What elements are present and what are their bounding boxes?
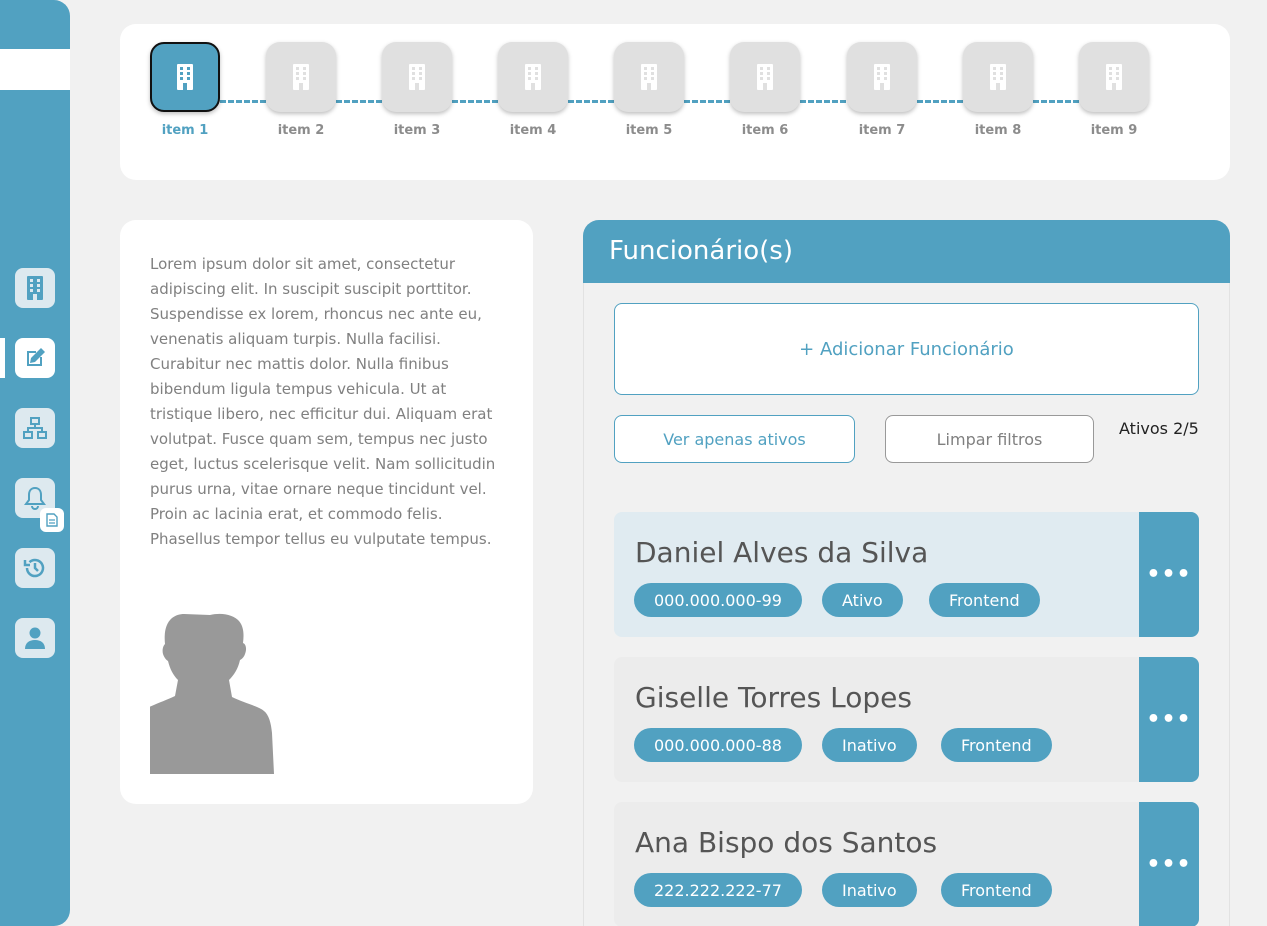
- employee-cpf-tag: 000.000.000-88: [634, 728, 802, 762]
- sidebar-item-profile[interactable]: [15, 618, 55, 658]
- employee-status-tag: Inativo: [822, 728, 917, 762]
- notification-badge: [40, 508, 64, 532]
- step-6[interactable]: item 6: [730, 42, 800, 138]
- active-count: Ativos 2/5: [1119, 419, 1199, 438]
- employee-more-button[interactable]: •••: [1139, 512, 1199, 637]
- step-connector: [452, 100, 498, 103]
- employee-area-tag: Frontend: [941, 728, 1052, 762]
- building-icon: [525, 64, 541, 90]
- clear-filters-button[interactable]: Limpar filtros: [885, 415, 1094, 463]
- step-label: item 6: [741, 123, 789, 138]
- step-label: item 2: [277, 123, 325, 138]
- step-4[interactable]: item 4: [498, 42, 568, 138]
- step-label: item 4: [509, 123, 557, 138]
- building-icon: [409, 64, 425, 90]
- sidebar-active-indicator: [0, 338, 5, 378]
- step-label: item 3: [393, 123, 441, 138]
- step-label: item 5: [625, 123, 673, 138]
- employee-name: Giselle Torres Lopes: [635, 681, 912, 714]
- step-connector: [220, 100, 266, 103]
- step-5[interactable]: item 5: [614, 42, 684, 138]
- step-3[interactable]: item 3: [382, 42, 452, 138]
- step-1[interactable]: item 1: [150, 42, 220, 138]
- employee-area-tag: Frontend: [941, 873, 1052, 907]
- panel-title: Funcionário(s): [609, 236, 793, 266]
- step-connector: [800, 100, 846, 103]
- building-icon: [27, 276, 43, 300]
- building-icon: [177, 64, 193, 90]
- sidebar-item-history[interactable]: [15, 548, 55, 588]
- employee-name: Daniel Alves da Silva: [635, 536, 929, 569]
- step-connector: [684, 100, 730, 103]
- step-icon-box: [730, 42, 800, 112]
- step-connector: [336, 100, 382, 103]
- employee-status-tag: Ativo: [822, 583, 903, 617]
- step-7[interactable]: item 7: [847, 42, 917, 138]
- step-icon-box: [847, 42, 917, 112]
- employee-name: Ana Bispo dos Santos: [635, 826, 938, 859]
- step-label: item 7: [858, 123, 906, 138]
- employee-more-button[interactable]: •••: [1139, 657, 1199, 782]
- step-icon-box: [498, 42, 568, 112]
- employee-card[interactable]: Ana Bispo dos Santos 222.222.222-77 Inat…: [614, 802, 1199, 926]
- employee-more-button[interactable]: •••: [1139, 802, 1199, 926]
- step-8[interactable]: item 8: [963, 42, 1033, 138]
- step-label: item 1: [161, 123, 209, 138]
- sidebar-item-companies[interactable]: [15, 268, 55, 308]
- person-silhouette-image: [150, 613, 274, 774]
- step-9[interactable]: item 9: [1079, 42, 1149, 138]
- sidebar-item-structure[interactable]: [15, 408, 55, 448]
- step-icon-box: [150, 42, 220, 112]
- building-icon: [990, 64, 1006, 90]
- user-icon: [25, 627, 45, 649]
- step-icon-box: [1079, 42, 1149, 112]
- building-icon: [757, 64, 773, 90]
- step-connector: [1033, 100, 1079, 103]
- bell-icon: [24, 486, 46, 510]
- building-icon: [1106, 64, 1122, 90]
- building-icon: [641, 64, 657, 90]
- step-connector: [917, 100, 963, 103]
- step-2[interactable]: item 2: [266, 42, 336, 138]
- employee-status-tag: Inativo: [822, 873, 917, 907]
- sidebar-item-edit[interactable]: [15, 338, 55, 378]
- sidebar: [0, 0, 70, 926]
- info-description: Lorem ipsum dolor sit amet, consectetur …: [150, 255, 496, 548]
- employees-panel: Funcionário(s) + Adicionar Funcionário V…: [583, 220, 1230, 926]
- employee-cpf-tag: 222.222.222-77: [634, 873, 802, 907]
- edit-icon: [27, 348, 45, 366]
- document-icon: [46, 513, 58, 527]
- history-icon: [23, 558, 45, 578]
- step-label: item 9: [1090, 123, 1138, 138]
- employee-cpf-tag: 000.000.000-99: [634, 583, 802, 617]
- sitemap-icon: [23, 417, 47, 439]
- employee-area-tag: Frontend: [929, 583, 1040, 617]
- step-icon-box: [266, 42, 336, 112]
- step-icon-box: [963, 42, 1033, 112]
- employee-card[interactable]: Daniel Alves da Silva 000.000.000-99 Ati…: [614, 512, 1199, 637]
- filter-active-button[interactable]: Ver apenas ativos: [614, 415, 855, 463]
- building-icon: [874, 64, 890, 90]
- building-icon: [293, 64, 309, 90]
- add-employee-button[interactable]: + Adicionar Funcionário: [614, 303, 1199, 395]
- step-label: item 8: [974, 123, 1022, 138]
- panel-header: Funcionário(s): [583, 220, 1230, 283]
- step-connector: [568, 100, 614, 103]
- info-card: Lorem ipsum dolor sit amet, consectetur …: [120, 220, 533, 804]
- step-icon-box: [614, 42, 684, 112]
- step-icon-box: [382, 42, 452, 112]
- employee-card[interactable]: Giselle Torres Lopes 000.000.000-88 Inat…: [614, 657, 1199, 782]
- sidebar-highlight: [0, 49, 70, 90]
